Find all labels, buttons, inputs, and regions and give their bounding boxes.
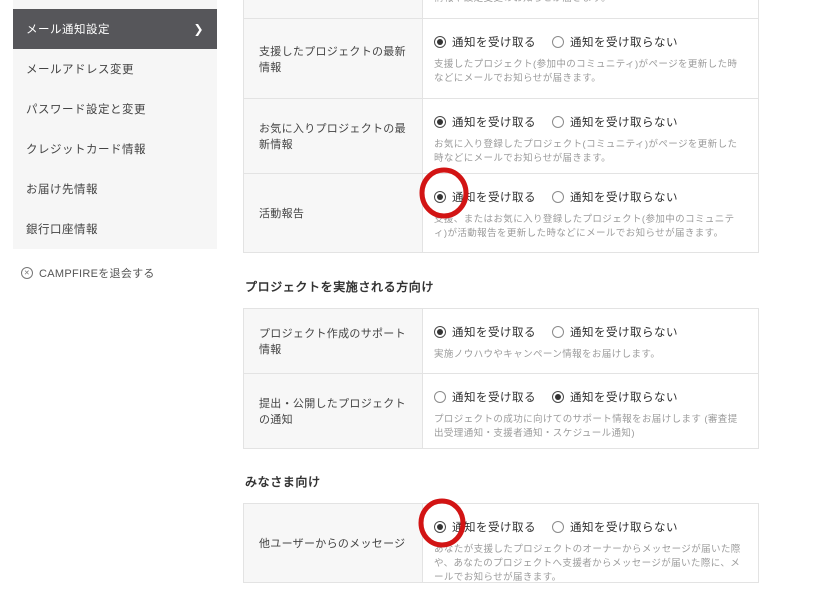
radio-selected-icon[interactable] [434, 36, 446, 48]
setting-row-backed-projects: 支援したプロジェクトの最新情報 通知を受け取る 通知を受け取らない 支援したプロ… [244, 18, 758, 98]
sidebar-item-mail-notification[interactable]: メール通知設定 ❯ [13, 9, 217, 49]
sidebar-menu: メール通知設定 ❯ メールアドレス変更 パスワード設定と変更 クレジットカード情… [13, 0, 217, 249]
radio-selected-icon[interactable] [434, 191, 446, 203]
setting-label: 活動報告 [244, 174, 423, 252]
setting-description: プロジェクトの成功に向けてのサポート情報をお届けします (審査提出受理通知・支援… [434, 414, 738, 439]
radio-group: 通知を受け取る 通知を受け取らない [434, 189, 744, 205]
setting-description: 支援、またはお気に入り登録したプロジェクト(参加中のコミュニティ)が活動報告を更… [434, 214, 735, 239]
radio-receive-label: 通知を受け取る [452, 327, 536, 339]
radio-group: 通知を受け取る 通知を受け取らない [434, 34, 744, 50]
radio-unselected-icon[interactable] [434, 391, 446, 403]
sidebar-item-label: お届け先情報 [26, 184, 98, 196]
radio-receive[interactable]: 通知を受け取る [434, 519, 536, 535]
radio-not-receive-label: 通知を受け取らない [570, 522, 678, 534]
radio-not-receive[interactable]: 通知を受け取らない [552, 114, 678, 130]
chevron-right-icon: ❯ [193, 22, 204, 36]
radio-receive[interactable]: 通知を受け取る [434, 324, 536, 340]
radio-selected-icon[interactable] [434, 521, 446, 533]
radio-unselected-icon[interactable] [552, 36, 564, 48]
setting-label [244, 0, 423, 18]
section-heading-everyone: みなさま向け [245, 475, 321, 489]
radio-not-receive[interactable]: 通知を受け取らない [552, 389, 678, 405]
setting-row-favorite-projects: お気に入りプロジェクトの最新情報 通知を受け取る 通知を受け取らない お気に入り… [244, 98, 758, 173]
radio-receive-label: 通知を受け取る [452, 37, 536, 49]
radio-not-receive-label: 通知を受け取らない [570, 37, 678, 49]
radio-selected-icon[interactable] [434, 116, 446, 128]
radio-group: 通知を受け取る 通知を受け取らない [434, 519, 744, 535]
radio-not-receive[interactable]: 通知を受け取らない [552, 189, 678, 205]
radio-group: 通知を受け取る 通知を受け取らない [434, 114, 744, 130]
radio-unselected-icon[interactable] [552, 191, 564, 203]
radio-selected-icon[interactable] [552, 391, 564, 403]
radio-not-receive[interactable]: 通知を受け取らない [552, 34, 678, 50]
radio-not-receive-label: 通知を受け取らない [570, 117, 678, 129]
setting-row-activity-reports: 活動報告 通知を受け取る 通知を受け取らない 支援、またはお気に入り登録したプロ… [244, 173, 758, 252]
setting-row-project-support-info: プロジェクト作成のサポート情報 通知を受け取る 通知を受け取らない 実施ノウハウ… [244, 309, 758, 373]
setting-label: 他ユーザーからのメッセージ [244, 504, 423, 582]
radio-selected-icon[interactable] [434, 326, 446, 338]
setting-description: お気に入り登録したプロジェクト(コミュニティ)がページを更新した時などにメールで… [434, 139, 738, 164]
setting-description: 実施ノウハウやキャンペーン情報をお届けします。 [434, 349, 661, 360]
setting-label: 提出・公開したプロジェクトの通知 [244, 374, 423, 448]
radio-not-receive[interactable]: 通知を受け取らない [552, 519, 678, 535]
circle-x-icon: ✕ [21, 267, 33, 279]
clipped-description: 情報や設定変更のお知らせが届きます。 [434, 0, 744, 6]
radio-receive-label: 通知を受け取る [452, 192, 536, 204]
radio-not-receive-label: 通知を受け取らない [570, 192, 678, 204]
sidebar-item-label: クレジットカード情報 [26, 144, 146, 156]
sidebar-item-password[interactable]: パスワード設定と変更 [13, 89, 217, 129]
sidebar-item-credit-card[interactable]: クレジットカード情報 [13, 129, 217, 169]
radio-receive-label: 通知を受け取る [452, 117, 536, 129]
section-heading-project-owners: プロジェクトを実施される方向け [245, 280, 435, 294]
setting-row-clipped: 情報や設定変更のお知らせが届きます。 [244, 0, 758, 18]
radio-receive-label: 通知を受け取る [452, 522, 536, 534]
radio-receive[interactable]: 通知を受け取る [434, 389, 536, 405]
radio-group: 通知を受け取る 通知を受け取らない [434, 389, 744, 405]
setting-row-user-messages: 他ユーザーからのメッセージ 通知を受け取る 通知を受け取らない あなたが支援した… [244, 504, 758, 582]
radio-not-receive-label: 通知を受け取らない [570, 392, 678, 404]
withdraw-label: CAMPFIREを退会する [39, 268, 155, 280]
setting-label: 支援したプロジェクトの最新情報 [244, 19, 423, 98]
radio-group: 通知を受け取る 通知を受け取らない [434, 324, 744, 340]
radio-unselected-icon[interactable] [552, 521, 564, 533]
sidebar-item-shipping-address[interactable]: お届け先情報 [13, 169, 217, 209]
sidebar-item-bank-account[interactable]: 銀行口座情報 [13, 209, 217, 249]
table-supporter-notifications: 情報や設定変更のお知らせが届きます。 支援したプロジェクトの最新情報 通知を受け… [243, 0, 759, 253]
radio-receive[interactable]: 通知を受け取る [434, 34, 536, 50]
radio-not-receive-label: 通知を受け取らない [570, 327, 678, 339]
radio-not-receive[interactable]: 通知を受け取らない [552, 324, 678, 340]
setting-description: あなたが支援したプロジェクトのオーナーからメッセージが届いた際や、あなたのプロジ… [434, 544, 741, 582]
radio-unselected-icon[interactable] [552, 326, 564, 338]
setting-description: 支援したプロジェクト(参加中のコミュニティ)がページを更新した時などにメールでお… [434, 59, 738, 84]
setting-label: お気に入りプロジェクトの最新情報 [244, 99, 423, 173]
sidebar-item-email-change[interactable]: メールアドレス変更 [13, 49, 217, 89]
sidebar-item-label: 銀行口座情報 [26, 224, 98, 236]
sidebar-item-label: パスワード設定と変更 [26, 104, 146, 116]
setting-label: プロジェクト作成のサポート情報 [244, 309, 423, 373]
table-everyone-notifications: 他ユーザーからのメッセージ 通知を受け取る 通知を受け取らない あなたが支援した… [243, 503, 759, 583]
table-owner-notifications: プロジェクト作成のサポート情報 通知を受け取る 通知を受け取らない 実施ノウハウ… [243, 308, 759, 449]
sidebar-item-label: メールアドレス変更 [26, 64, 134, 76]
radio-receive-label: 通知を受け取る [452, 392, 536, 404]
radio-unselected-icon[interactable] [552, 116, 564, 128]
radio-receive[interactable]: 通知を受け取る [434, 189, 536, 205]
sidebar-item-label: メール通知設定 [26, 24, 110, 36]
withdraw-link[interactable]: ✕ CAMPFIREを退会する [21, 265, 155, 281]
setting-row-submitted-project-notice: 提出・公開したプロジェクトの通知 通知を受け取る 通知を受け取らない プロジェク… [244, 373, 758, 448]
radio-receive[interactable]: 通知を受け取る [434, 114, 536, 130]
